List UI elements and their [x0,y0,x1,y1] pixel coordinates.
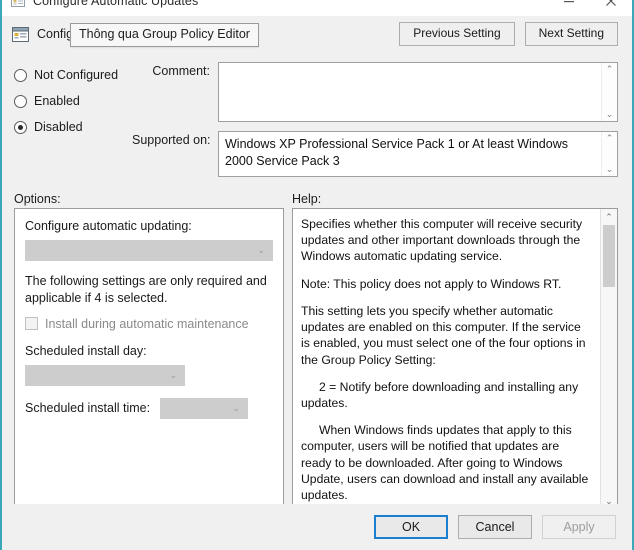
supported-on-value: Windows XP Professional Service Pack 1 o… [219,132,601,176]
install-time-dropdown[interactable]: ⌄ [160,398,248,419]
configure-updating-label: Configure automatic updating: [25,219,273,233]
upper-form-area: Not Configured Enabled Disabled Comment:… [2,52,632,186]
install-day-dropdown[interactable]: ⌄ [25,365,185,386]
help-paragraph: This setting lets you specify whether au… [301,303,592,368]
radio-not-configured[interactable]: Not Configured [14,68,132,82]
dialog-footer: OK Cancel Apply [4,504,630,550]
comment-row: Comment: ⌃ ⌄ [132,62,618,122]
radio-label: Enabled [34,94,80,108]
options-panel: Configure automatic updating: ⌄ The foll… [14,208,284,511]
minimize-icon[interactable] [548,0,590,16]
comment-scrollbar[interactable]: ⌃ ⌄ [601,63,617,121]
help-scrollbar[interactable]: ⌃ ⌄ [600,209,617,510]
scroll-down-icon[interactable]: ⌄ [606,165,614,174]
help-paragraph: Specifies whether this computer will rec… [301,216,592,265]
radio-label: Not Configured [34,68,118,82]
chevron-down-icon: ⌄ [257,245,265,256]
help-paragraph: 2 = Notify before downloading and instal… [301,379,592,411]
help-panel: Specifies whether this computer will rec… [292,208,618,511]
supported-on-input[interactable]: Windows XP Professional Service Pack 1 o… [218,131,618,177]
policy-setting-icon [10,0,26,9]
checkbox-icon [25,317,38,330]
tooltip: Thông qua Group Policy Editor [70,23,259,47]
install-maintenance-label: Install during automatic maintenance [45,317,249,331]
radio-mark-icon [14,121,27,134]
apply-button: Apply [542,515,616,539]
ok-button[interactable]: OK [374,515,448,539]
help-text: Specifies whether this computer will rec… [293,209,600,510]
install-maintenance-checkbox[interactable]: Install during automatic maintenance [25,317,273,331]
help-label: Help: [292,192,321,206]
comment-label: Comment: [132,62,218,78]
scroll-up-icon[interactable]: ⌃ [601,212,617,223]
dialog-window: Configure Automatic Updates Con [0,0,634,550]
scroll-up-icon[interactable]: ⌃ [606,134,614,143]
window-title: Configure Automatic Updates [33,0,198,8]
radio-mark-icon [14,69,27,82]
supported-on-label: Supported on: [132,131,218,147]
configure-updating-dropdown[interactable]: ⌄ [25,240,273,261]
chevron-down-icon: ⌄ [233,403,241,414]
window-controls [548,0,632,16]
panels-row: Configure automatic updating: ⌄ The foll… [2,208,632,511]
state-radio-group: Not Configured Enabled Disabled [14,58,132,186]
comment-input[interactable]: ⌃ ⌄ [218,62,618,122]
install-time-row: Scheduled install time: ⌄ [25,398,273,419]
previous-setting-button[interactable]: Previous Setting [399,22,514,46]
panel-label-row: Options: Help: [2,186,632,208]
radio-label: Disabled [34,120,83,134]
chevron-down-icon: ⌄ [169,370,177,381]
comment-value [219,63,601,121]
policy-setting-icon [12,27,29,42]
scroll-down-icon[interactable]: ⌄ [606,110,614,119]
title-bar: Configure Automatic Updates [2,0,632,16]
help-paragraph: Note: This policy does not apply to Wind… [301,276,592,292]
scroll-up-icon[interactable]: ⌃ [606,65,614,74]
options-label: Options: [14,192,292,206]
field-column: Comment: ⌃ ⌄ Supported on: Windows XP Pr… [132,58,618,186]
scrollbar-thumb[interactable] [603,225,615,287]
radio-mark-icon [14,95,27,108]
radio-disabled[interactable]: Disabled [14,120,132,134]
install-time-label: Scheduled install time: [25,401,150,415]
close-icon[interactable] [590,0,632,16]
install-day-label: Scheduled install day: [25,344,273,358]
radio-enabled[interactable]: Enabled [14,94,132,108]
options-note: The following settings are only required… [25,273,273,307]
next-setting-button[interactable]: Next Setting [525,22,618,46]
supported-on-row: Supported on: Windows XP Professional Se… [132,131,618,177]
supported-on-scrollbar[interactable]: ⌃ ⌄ [601,132,617,176]
help-paragraph: When Windows finds updates that apply to… [301,422,592,503]
cancel-button[interactable]: Cancel [458,515,532,539]
